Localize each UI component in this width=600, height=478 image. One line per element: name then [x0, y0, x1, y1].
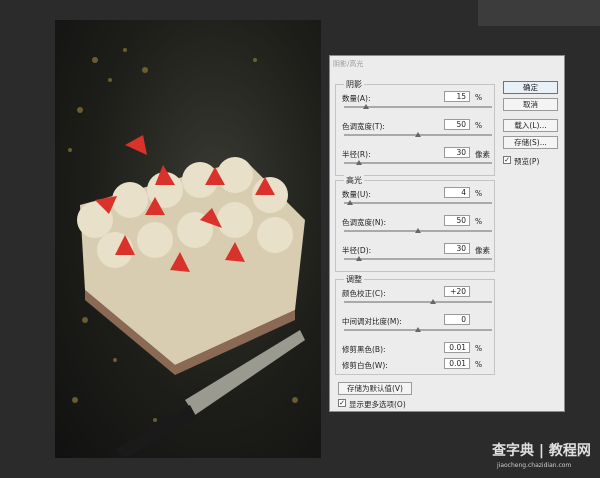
- slider-thumb[interactable]: [363, 104, 370, 109]
- highlights-amount-row: 数量(U): 4 %: [342, 187, 492, 209]
- shadows-radius-row: 半径(R): 30 像素: [342, 147, 492, 169]
- highlights-amount-slider[interactable]: [344, 200, 492, 205]
- highlights-radius-input[interactable]: 30: [444, 243, 470, 254]
- more-options-checkbox[interactable]: ✓: [338, 399, 346, 407]
- shadows-radius-input[interactable]: 30: [444, 147, 470, 158]
- color-correction-row: 颜色校正(C): +20: [342, 286, 492, 308]
- save-button[interactable]: 存储(S)...: [503, 136, 558, 149]
- highlights-tonal-unit: %: [475, 217, 483, 226]
- shadows-amount-unit: %: [475, 93, 483, 102]
- dialog-title: 阴影/高光: [333, 60, 364, 68]
- slider-thumb[interactable]: [355, 160, 362, 165]
- shadows-highlights-dialog: 阴影/高光 阴影 数量(A): 15 % 色调宽度(T): 50 % 半径(R)…: [329, 55, 565, 412]
- slider-thumb[interactable]: [415, 228, 421, 233]
- shadows-amount-input[interactable]: 15: [444, 91, 470, 102]
- highlights-group: 高光 数量(U): 4 % 色调宽度(N): 50 % 半径(D): 30 像素: [335, 175, 495, 272]
- white-clip-label: 修剪白色(W):: [342, 361, 388, 370]
- shadows-group: 阴影 数量(A): 15 % 色调宽度(T): 50 % 半径(R): 30 像…: [335, 79, 495, 176]
- shadows-amount-row: 数量(A): 15 %: [342, 91, 492, 113]
- shadows-radius-label: 半径(R):: [342, 150, 371, 159]
- midtone-contrast-row: 中间调对比度(M): 0: [342, 314, 492, 336]
- highlights-tonal-slider[interactable]: [344, 228, 492, 233]
- highlights-tonal-label: 色调宽度(N):: [342, 218, 386, 227]
- shadows-amount-slider[interactable]: [344, 104, 492, 109]
- color-correction-label: 颜色校正(C):: [342, 289, 386, 298]
- highlights-group-label: 高光: [344, 175, 364, 186]
- white-clip-row: 修剪白色(W): 0.01 %: [342, 358, 492, 380]
- highlights-amount-label: 数量(U):: [342, 190, 371, 199]
- slider-thumb[interactable]: [415, 327, 421, 332]
- shadows-tonal-label: 色调宽度(T):: [342, 122, 385, 131]
- more-options-label: 显示更多选项(O): [349, 400, 406, 409]
- load-button[interactable]: 载入(L)...: [503, 119, 558, 132]
- highlights-radius-slider[interactable]: [344, 256, 492, 261]
- shadows-radius-unit: 像素: [475, 150, 490, 159]
- shadows-radius-slider[interactable]: [344, 160, 492, 165]
- highlights-radius-unit: 像素: [475, 246, 490, 255]
- black-clip-input[interactable]: 0.01: [444, 342, 470, 353]
- slider-thumb[interactable]: [355, 256, 362, 261]
- shadows-tonal-slider[interactable]: [344, 132, 492, 137]
- shadows-tonal-input[interactable]: 50: [444, 119, 470, 130]
- cake-photo-canvas: [55, 20, 321, 458]
- highlights-amount-input[interactable]: 4: [444, 187, 470, 198]
- slider-thumb[interactable]: [346, 200, 353, 205]
- black-clip-label: 修剪黑色(B):: [342, 345, 386, 354]
- midtone-contrast-label: 中间调对比度(M):: [342, 317, 402, 326]
- preview-label: 预览(P): [514, 157, 540, 166]
- highlights-tonal-row: 色调宽度(N): 50 %: [342, 215, 492, 237]
- ok-button[interactable]: 确定: [503, 81, 558, 94]
- white-clip-unit: %: [475, 360, 483, 369]
- black-clip-unit: %: [475, 344, 483, 353]
- top-strip: [478, 0, 600, 26]
- highlights-tonal-input[interactable]: 50: [444, 215, 470, 226]
- highlights-radius-row: 半径(D): 30 像素: [342, 243, 492, 265]
- shadows-amount-label: 数量(A):: [342, 94, 371, 103]
- shadows-tonal-unit: %: [475, 121, 483, 130]
- adjustments-group-label: 调整: [344, 274, 364, 285]
- cancel-button[interactable]: 取消: [503, 98, 558, 111]
- highlights-amount-unit: %: [475, 189, 483, 198]
- save-as-default-button[interactable]: 存储为默认值(V): [338, 382, 412, 395]
- shadows-group-label: 阴影: [344, 79, 364, 90]
- adjustments-group: 调整 颜色校正(C): +20 中间调对比度(M): 0 修剪黑色(B): 0.…: [335, 274, 495, 375]
- midtone-contrast-input[interactable]: 0: [444, 314, 470, 325]
- shadows-tonal-row: 色调宽度(T): 50 %: [342, 119, 492, 141]
- watermark-url: jiaocheng.chazidian.com: [497, 462, 572, 469]
- preview-checkbox[interactable]: ✓: [503, 156, 511, 164]
- white-clip-input[interactable]: 0.01: [444, 358, 470, 369]
- slider-thumb[interactable]: [429, 299, 436, 304]
- color-correction-input[interactable]: +20: [444, 286, 470, 297]
- slider-thumb[interactable]: [415, 132, 421, 137]
- color-correction-slider[interactable]: [344, 299, 492, 304]
- highlights-radius-label: 半径(D):: [342, 246, 372, 255]
- midtone-contrast-slider[interactable]: [344, 327, 492, 332]
- watermark-text: 查字典 | 教程网: [492, 443, 591, 459]
